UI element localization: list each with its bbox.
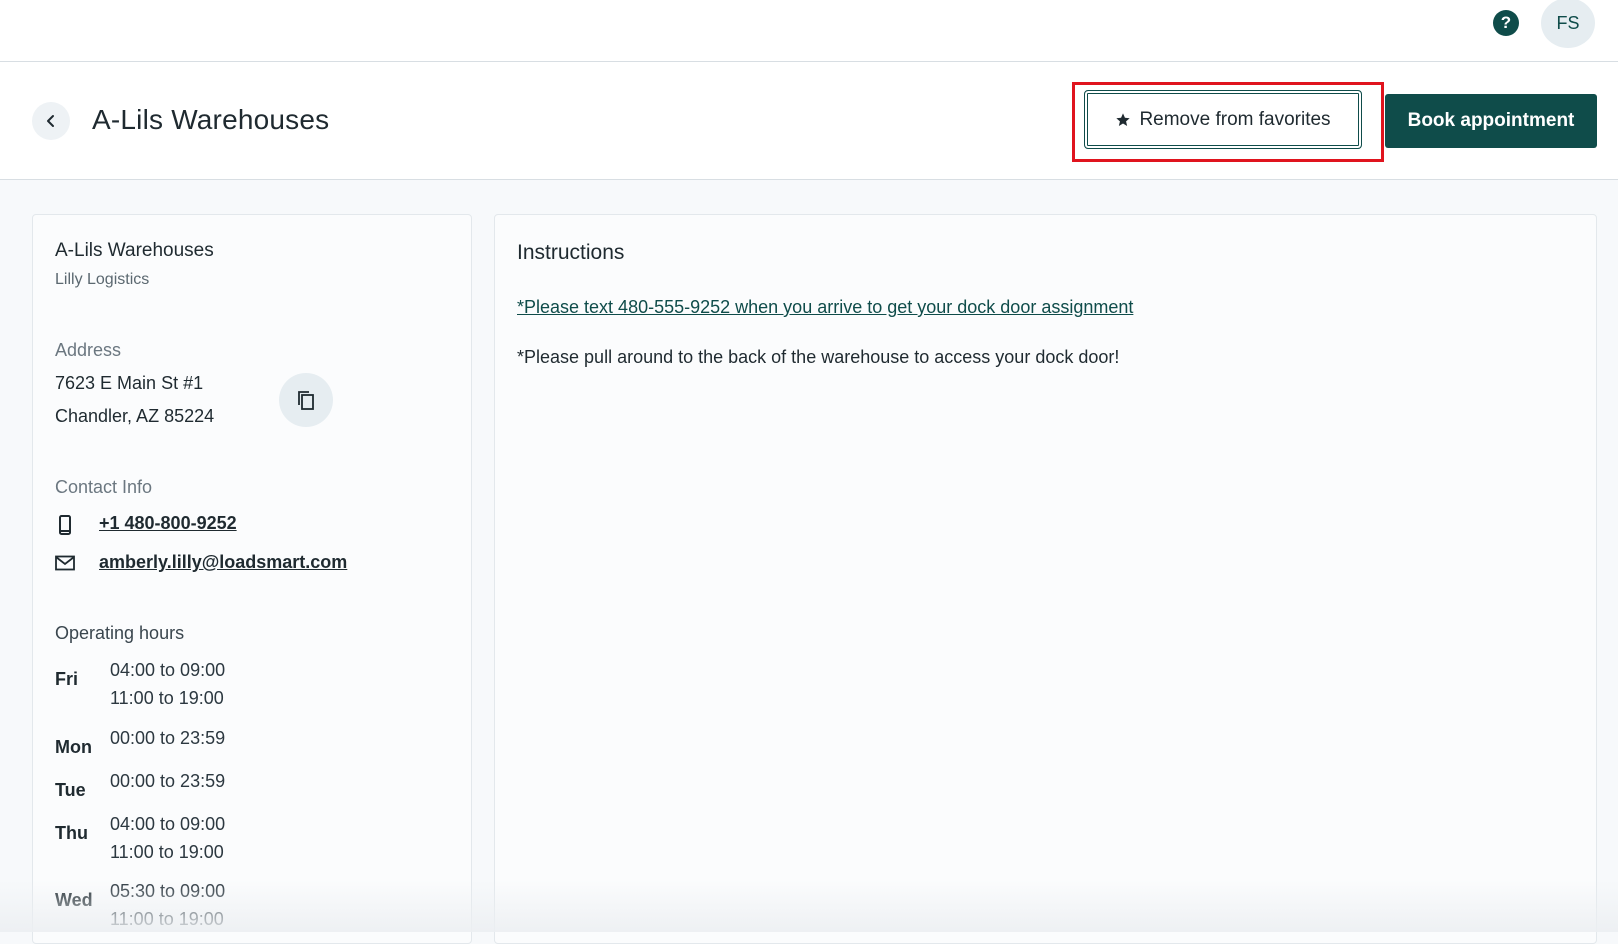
hours-day: Tue [55,780,86,800]
warehouse-details-card: A-Lils Warehouses Lilly Logistics Addres… [32,214,472,944]
address-line-1: 7623 E Main St #1 [55,373,204,393]
copy-icon [298,391,314,410]
contact-info-label: Contact Info [55,477,153,497]
copy-address-button[interactable] [279,373,333,427]
hours-slot: 11:00 to 19:00 [110,909,224,929]
email-link[interactable]: amberly.lilly@loadsmart.com [99,552,347,573]
instructions-note: *Please pull around to the back of the w… [517,347,1120,367]
top-bar: ? FS [0,0,1618,62]
mail-icon [55,555,75,571]
hours-slot: 04:00 to 09:00 [110,660,226,680]
hours-day: Thu [55,823,88,843]
hours-slot: 00:00 to 23:59 [110,728,226,748]
chevron-left-icon [47,115,54,127]
hours-slot: 00:00 to 23:59 [110,771,226,791]
remove-from-favorites-button[interactable]: Remove from favorites [1084,90,1362,149]
hours-slot: 11:00 to 19:00 [110,688,224,708]
question-circle-icon[interactable]: ? [1493,10,1519,36]
warehouse-name: A-Lils Warehouses [55,240,214,261]
book-appointment-button[interactable]: Book appointment [1385,94,1597,148]
avatar-initials: FS [1556,12,1580,33]
back-button[interactable] [32,102,70,140]
phone-icon [59,515,71,535]
user-avatar[interactable]: FS [1541,0,1595,48]
page-title: A-Lils Warehouses [92,104,330,135]
company-name: Lilly Logistics [55,271,150,288]
book-button-label: Book appointment [1407,110,1575,131]
phone-link[interactable]: +1 480-800-9252 [99,513,237,534]
address-line-2: Chandler, AZ 85224 [55,406,215,426]
instructions-title: Instructions [517,241,625,264]
hours-slot: 05:30 to 09:00 [110,881,226,901]
operating-hours-label: Operating hours [55,623,185,643]
star-icon [1116,112,1131,126]
hours-day: Mon [55,737,92,757]
hours-slot: 04:00 to 09:00 [110,814,226,834]
instructions-phone-link[interactable]: *Please text 480-555-9252 when you arriv… [517,297,1133,318]
hours-day: Fri [55,669,79,689]
hours-slot: 11:00 to 19:00 [110,842,224,862]
address-label: Address [55,340,122,360]
help-glyph: ? [1500,13,1512,32]
favorite-button-label: Remove from favorites [1139,108,1331,130]
instructions-card: Instructions *Please text 480-555-9252 w… [494,214,1597,944]
hours-day: Wed [55,890,93,910]
